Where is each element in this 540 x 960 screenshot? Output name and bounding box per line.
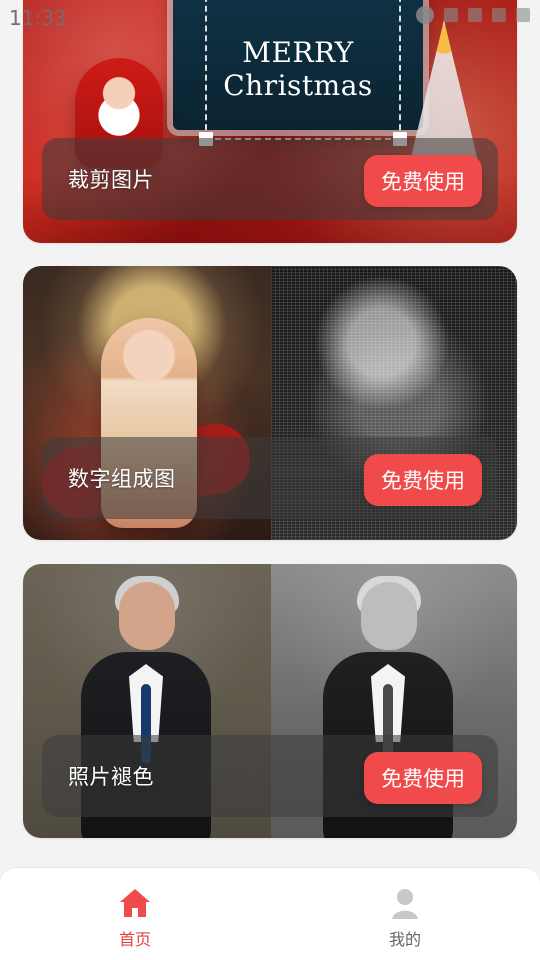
free-use-button[interactable]: 免费使用 — [364, 155, 482, 207]
signal-icon — [492, 8, 506, 22]
nav-me[interactable]: 我的 — [350, 886, 460, 956]
card-overlay: 裁剪图片 免费使用 — [42, 138, 498, 220]
notification-icon — [416, 6, 434, 24]
head — [119, 582, 175, 650]
battery-icon — [516, 8, 530, 22]
nav-home-label: 首页 — [118, 930, 151, 949]
nav-home[interactable]: 首页 — [80, 886, 190, 956]
bottom-navigation: 首页 我的 — [0, 868, 540, 960]
feature-card-crop[interactable]: MERRY Christmas 裁剪图片 免费使用 — [23, 0, 517, 243]
nav-me-label: 我的 — [388, 930, 421, 949]
card-title: 照片褪色 — [68, 765, 154, 789]
user-icon — [392, 889, 418, 919]
wifi-icon — [468, 8, 482, 22]
feature-card-fade[interactable]: 照片褪色 免费使用 — [23, 564, 517, 838]
head — [361, 582, 417, 650]
alarm-icon — [444, 8, 458, 22]
card-overlay: 数字组成图 免费使用 — [42, 437, 498, 519]
card-title: 裁剪图片 — [68, 168, 154, 192]
free-use-button[interactable]: 免费使用 — [364, 454, 482, 506]
status-icons — [416, 6, 530, 24]
free-use-button[interactable]: 免费使用 — [364, 752, 482, 804]
status-time: 11:33 — [9, 6, 67, 30]
card-overlay: 照片褪色 免费使用 — [42, 735, 498, 817]
feature-card-digits[interactable]: 数字组成图 免费使用 — [23, 266, 517, 540]
home-icon — [120, 889, 150, 917]
status-bar: 11:33 — [0, 0, 540, 36]
card-title: 数字组成图 — [68, 467, 176, 491]
